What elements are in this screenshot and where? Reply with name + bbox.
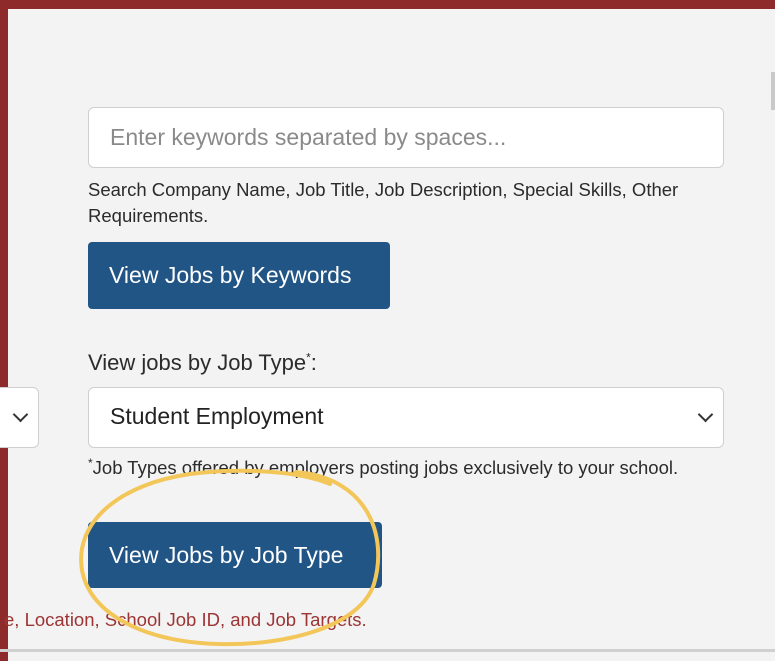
job-type-select[interactable]: Student Employment xyxy=(88,387,724,448)
job-type-label-colon: : xyxy=(310,350,317,375)
view-jobs-by-job-type-button[interactable]: View Jobs by Job Type xyxy=(88,522,382,588)
job-type-label: View jobs by Job Type*: xyxy=(88,348,317,378)
view-jobs-by-keywords-button[interactable]: View Jobs by Keywords xyxy=(88,242,390,309)
bottom-divider xyxy=(0,649,775,652)
chevron-down-icon xyxy=(12,406,29,423)
keywords-input[interactable] xyxy=(88,107,724,168)
chevron-down-icon xyxy=(697,406,714,423)
job-type-note: *Job Types offered by employers posting … xyxy=(88,454,728,481)
partial-select-left[interactable] xyxy=(0,387,39,448)
right-edge-element xyxy=(771,72,775,110)
job-type-label-text: View jobs by Job Type xyxy=(88,350,307,375)
keywords-help-text: Search Company Name, Job Title, Job Desc… xyxy=(88,179,679,226)
truncated-info-text: e, Location, School Job ID, and Job Targ… xyxy=(4,609,367,630)
job-type-selected-value: Student Employment xyxy=(110,403,324,429)
job-type-note-text: Job Types offered by employers posting j… xyxy=(92,457,679,478)
